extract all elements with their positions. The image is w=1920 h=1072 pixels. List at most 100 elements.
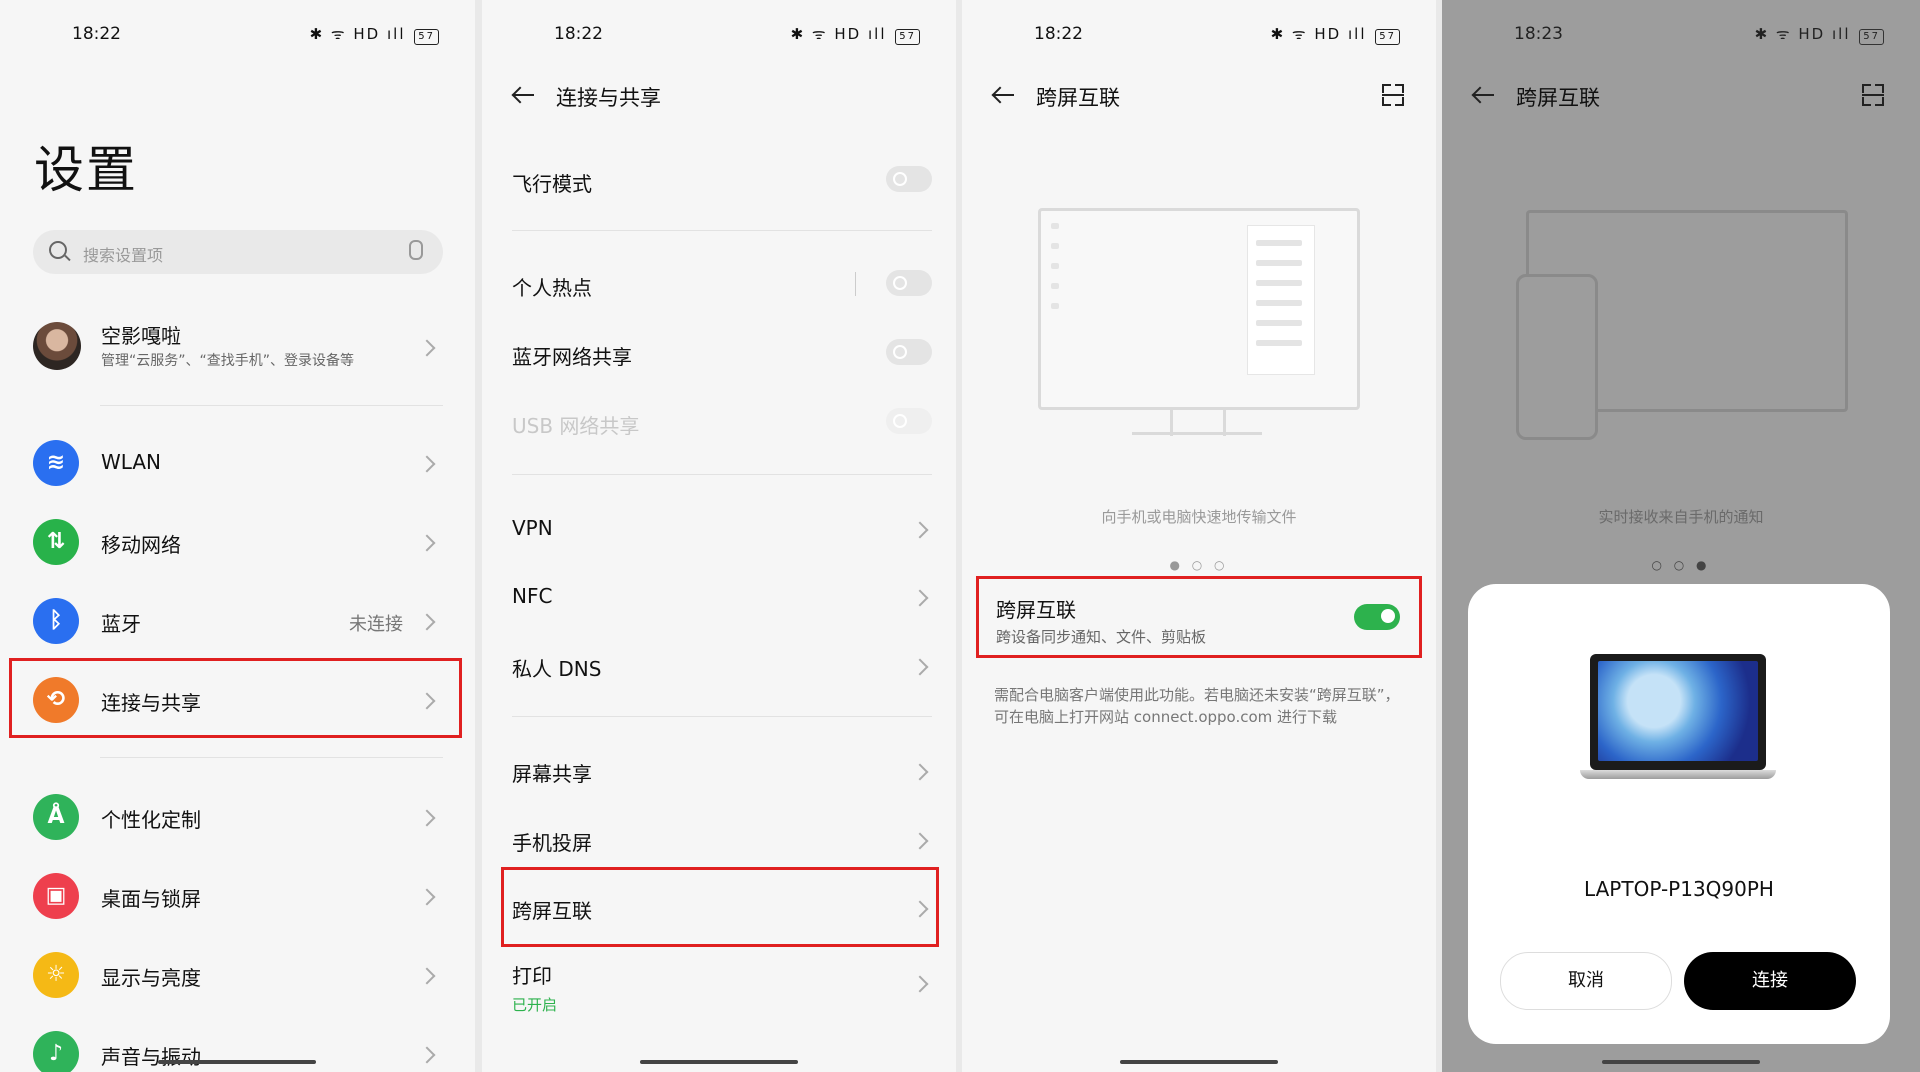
item-label: 移动网络 — [101, 533, 181, 557]
divider — [100, 405, 443, 406]
connect-dialog: LAPTOP-P13Q90PH 取消 连接 — [1468, 584, 1890, 1044]
status-time: 18:22 — [554, 24, 603, 44]
scan-icon[interactable] — [1382, 84, 1404, 106]
status-icons: ✱ ᯤ HD ıll 57 — [310, 24, 439, 45]
list-item-airplane-mode[interactable]: 飞行模式 — [512, 150, 932, 210]
list-item-private-dns[interactable]: 私人 DNS — [512, 635, 932, 695]
chevron-right-icon — [911, 521, 929, 539]
divider — [100, 757, 443, 758]
item-label: 手机投屏 — [512, 831, 592, 855]
chevron-right-icon — [418, 455, 436, 473]
divider — [512, 716, 932, 717]
back-arrow-icon[interactable] — [512, 86, 534, 104]
item-label: WLAN — [101, 450, 162, 474]
divider — [512, 474, 932, 475]
chevron-right-icon — [911, 589, 929, 607]
airplane-toggle[interactable] — [886, 166, 932, 192]
info-note: 需配合电脑客户端使用此功能。若电脑还未安装“跨屏互联”，可在电脑上打开网站 co… — [994, 686, 1400, 726]
home-indicator[interactable] — [158, 1060, 316, 1064]
personalize-icon: Å — [33, 794, 79, 840]
laptop-image — [1580, 654, 1776, 779]
item-label: NFC — [512, 584, 553, 608]
back-arrow-icon[interactable] — [992, 86, 1014, 104]
usb-tethering-toggle — [886, 408, 932, 434]
item-label: 声音与振动 — [101, 1045, 201, 1069]
chevron-right-icon — [911, 832, 929, 850]
item-label: 个性化定制 — [101, 808, 201, 832]
monitor-base — [1132, 432, 1262, 435]
bt-tethering-toggle[interactable] — [886, 339, 932, 365]
mobile-data-icon: ⇅ — [33, 519, 79, 565]
list-item-bt-tethering[interactable]: 蓝牙网络共享 — [512, 323, 932, 383]
home-indicator[interactable] — [1602, 1060, 1760, 1064]
list-item-hotspot[interactable]: 个人热点 — [512, 254, 932, 314]
status-bar: 18:22 ✱ ᯤ HD ıll 57 — [0, 22, 475, 48]
search-input[interactable]: 搜索设置项 — [33, 230, 443, 274]
settings-screen: 18:22 ✱ ᯤ HD ıll 57 设置 搜索设置项 空影嘎啦 管理“云服务… — [0, 0, 475, 1072]
status-time: 18:22 — [1034, 24, 1083, 44]
page-title: 跨屏互联 — [1036, 86, 1120, 110]
item-value: 未连接 — [349, 614, 403, 635]
sidebar-item-desktop-lockscreen[interactable]: ▣ 桌面与锁屏 — [33, 865, 443, 925]
chevron-right-icon — [418, 339, 436, 357]
connection-sharing-screen: 18:22 ✱ ᯤ HD ıll 57 连接与共享 飞行模式 个人热点 蓝牙网络… — [482, 0, 956, 1072]
account-row[interactable]: 空影嘎啦 管理“云服务”、“查找手机”、登录设备等 — [33, 320, 443, 380]
highlight-box — [9, 658, 462, 738]
chevron-right-icon — [911, 658, 929, 676]
item-label: 打印 — [512, 964, 552, 988]
avatar — [33, 322, 81, 370]
list-item-screen-cast[interactable]: 手机投屏 — [512, 809, 932, 869]
status-bar: 18:22 ✱ ᯤ HD ıll 57 — [962, 22, 1436, 48]
status-icons: ✱ ᯤ HD ıll 57 — [1755, 24, 1884, 45]
sidebar-item-bluetooth[interactable]: ᛒ 蓝牙 未连接 — [33, 590, 443, 650]
carousel-caption: 向手机或电脑快速地传输文件 — [1101, 508, 1297, 526]
status-bar: 18:22 ✱ ᯤ HD ıll 57 — [482, 22, 956, 48]
divider — [512, 230, 932, 231]
home-indicator[interactable] — [640, 1060, 798, 1064]
sidebar-item-sound[interactable]: ♪ 声音与振动 — [33, 1023, 443, 1072]
sidebar-item-mobile-network[interactable]: ⇅ 移动网络 — [33, 511, 443, 571]
chevron-right-icon — [418, 967, 436, 985]
chevron-right-icon — [418, 613, 436, 631]
highlight-box — [976, 576, 1422, 658]
connect-button[interactable]: 连接 — [1684, 952, 1856, 1010]
status-bar: 18:23 ✱ ᯤ HD ıll 57 — [1442, 22, 1920, 48]
cross-screen-connect-dialog-screen: 18:23 ✱ ᯤ HD ıll 57 跨屏互联 实时接收来自手机的通知 ○ ○… — [1442, 0, 1920, 1072]
print-status: 已开启 — [512, 996, 558, 1014]
search-icon — [49, 241, 67, 259]
back-arrow-icon[interactable] — [1472, 86, 1494, 104]
list-item-print[interactable]: 打印 已开启 — [512, 952, 932, 1022]
device-name: LAPTOP-P13Q90PH — [1584, 877, 1774, 901]
chevron-right-icon — [418, 1046, 436, 1064]
mic-icon[interactable] — [409, 240, 423, 260]
chevron-right-icon — [418, 534, 436, 552]
list-item-screen-share[interactable]: 屏幕共享 — [512, 740, 932, 800]
wallpaper-icon: ▣ — [33, 873, 79, 919]
sidebar-item-display[interactable]: ☼ 显示与亮度 — [33, 944, 443, 1004]
carousel-dots[interactable]: ● ○ ○ — [962, 558, 1436, 572]
separator — [855, 272, 856, 296]
item-label: 屏幕共享 — [512, 762, 592, 786]
account-sub: 管理“云服务”、“查找手机”、登录设备等 — [101, 353, 355, 369]
phone-illustration — [1516, 274, 1598, 440]
page-title: 连接与共享 — [556, 86, 661, 110]
list-item-nfc[interactable]: NFC — [512, 566, 932, 626]
chevron-right-icon — [911, 975, 929, 993]
bell-icon: ♪ — [33, 1031, 79, 1072]
cross-screen-screen: 18:22 ✱ ᯤ HD ıll 57 跨屏互联 向手机或电脑快速地传输文件 ●… — [962, 0, 1436, 1072]
home-indicator[interactable] — [1120, 1060, 1278, 1064]
hotspot-toggle[interactable] — [886, 270, 932, 296]
item-label: 私人 DNS — [512, 657, 602, 681]
status-time: 18:23 — [1514, 24, 1563, 44]
list-item-usb-tethering: USB 网络共享 — [512, 392, 932, 452]
sidebar-item-personalization[interactable]: Å 个性化定制 — [33, 786, 443, 846]
sidebar-item-wlan[interactable]: ≋ WLAN — [33, 432, 443, 492]
carousel-caption: 实时接收来自手机的通知 — [1598, 508, 1764, 526]
item-label: 显示与亮度 — [101, 966, 201, 990]
cancel-button[interactable]: 取消 — [1500, 952, 1672, 1010]
scan-icon[interactable] — [1862, 84, 1884, 106]
carousel-dots[interactable]: ○ ○ ● — [1442, 558, 1920, 572]
chevron-right-icon — [911, 763, 929, 781]
highlight-box — [501, 867, 939, 947]
list-item-vpn[interactable]: VPN — [512, 498, 932, 558]
